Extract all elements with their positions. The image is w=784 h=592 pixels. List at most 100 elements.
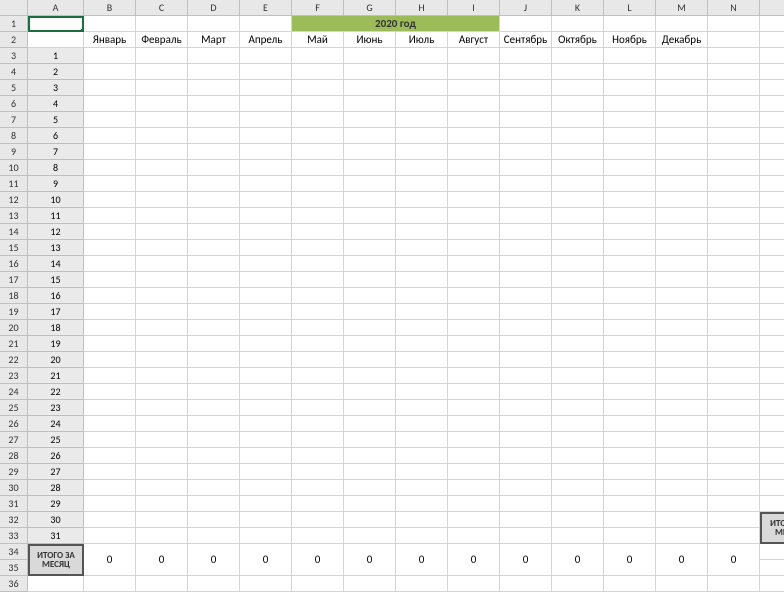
cell-B36[interactable] [84,576,136,592]
cell-I18[interactable] [448,288,500,304]
cell-E28[interactable] [240,448,292,464]
month-header-2[interactable]: Февраль [136,32,188,48]
cell-L12[interactable] [604,192,656,208]
cell-K11[interactable] [552,176,604,192]
cell-overflow-26[interactable] [760,416,784,432]
row-head-33[interactable]: 33 [0,528,28,544]
col-head-B[interactable]: B [84,0,136,16]
cell-C12[interactable] [136,192,188,208]
cell-F29[interactable] [292,464,344,480]
cell-G22[interactable] [344,352,396,368]
cell-N9[interactable] [708,144,760,160]
cell-H23[interactable] [396,368,448,384]
cell-J11[interactable] [500,176,552,192]
cell-overflow-17[interactable] [760,272,784,288]
day-number-4[interactable]: 4 [28,96,84,112]
cell-K32[interactable] [552,512,604,528]
row-head-11[interactable]: 11 [0,176,28,192]
cell-D13[interactable] [188,208,240,224]
cell-overflow-25[interactable] [760,400,784,416]
cell-B9[interactable] [84,144,136,160]
cell-H6[interactable] [396,96,448,112]
cell-overflow-22[interactable] [760,352,784,368]
cell-D29[interactable] [188,464,240,480]
cell-C28[interactable] [136,448,188,464]
cell-G15[interactable] [344,240,396,256]
cell-M6[interactable] [656,96,708,112]
cell-B20[interactable] [84,320,136,336]
cell-D4[interactable] [188,64,240,80]
cell-H26[interactable] [396,416,448,432]
cell-F7[interactable] [292,112,344,128]
row-head-15[interactable]: 15 [0,240,28,256]
cell-N6[interactable] [708,96,760,112]
cell-overflow-31[interactable] [760,496,784,512]
cell-N3[interactable] [708,48,760,64]
cell-L25[interactable] [604,400,656,416]
cell-H9[interactable] [396,144,448,160]
cell-I20[interactable] [448,320,500,336]
cell-L14[interactable] [604,224,656,240]
day-number-13[interactable]: 13 [28,240,84,256]
cell-K23[interactable] [552,368,604,384]
cell-M4[interactable] [656,64,708,80]
row-head-19[interactable]: 19 [0,304,28,320]
cell-E19[interactable] [240,304,292,320]
day-number-6[interactable]: 6 [28,128,84,144]
cell-overflow-34[interactable] [760,544,784,560]
row-head-12[interactable]: 12 [0,192,28,208]
cell-J32[interactable] [500,512,552,528]
cell-J4[interactable] [500,64,552,80]
cell-B16[interactable] [84,256,136,272]
col-head-overflow[interactable] [760,0,784,16]
cell-M36[interactable] [656,576,708,592]
cell-overflow-2[interactable] [760,32,784,48]
col-head-K[interactable]: K [552,0,604,16]
cell-G24[interactable] [344,384,396,400]
cell-overflow-12[interactable] [760,192,784,208]
cell-D23[interactable] [188,368,240,384]
cell-I28[interactable] [448,448,500,464]
cell-L30[interactable] [604,480,656,496]
cell-H14[interactable] [396,224,448,240]
cell-K6[interactable] [552,96,604,112]
cell-D25[interactable] [188,400,240,416]
cell-A2[interactable] [28,32,84,48]
cell-K19[interactable] [552,304,604,320]
month-total-13[interactable]: 0 [708,544,760,576]
col-head-L[interactable]: L [604,0,656,16]
cell-H24[interactable] [396,384,448,400]
cell-E14[interactable] [240,224,292,240]
cell-B1[interactable] [84,16,136,32]
cell-J12[interactable] [500,192,552,208]
row-head-18[interactable]: 18 [0,288,28,304]
cell-B4[interactable] [84,64,136,80]
row-head-35[interactable]: 35 [0,560,28,576]
cell-L22[interactable] [604,352,656,368]
cell-H12[interactable] [396,192,448,208]
cell-C16[interactable] [136,256,188,272]
cell-K28[interactable] [552,448,604,464]
cell-D1[interactable] [188,16,240,32]
cell-B21[interactable] [84,336,136,352]
cell-M21[interactable] [656,336,708,352]
cell-K16[interactable] [552,256,604,272]
cell-K18[interactable] [552,288,604,304]
cell-L3[interactable] [604,48,656,64]
cell-K33[interactable] [552,528,604,544]
cell-N10[interactable] [708,160,760,176]
cell-H19[interactable] [396,304,448,320]
cell-D3[interactable] [188,48,240,64]
cell-J36[interactable] [500,576,552,592]
cell-J28[interactable] [500,448,552,464]
cell-B12[interactable] [84,192,136,208]
cell-L11[interactable] [604,176,656,192]
cell-M20[interactable] [656,320,708,336]
cell-N7[interactable] [708,112,760,128]
cell-F27[interactable] [292,432,344,448]
cell-K17[interactable] [552,272,604,288]
cell-N22[interactable] [708,352,760,368]
cell-G5[interactable] [344,80,396,96]
cell-C36[interactable] [136,576,188,592]
cell-B17[interactable] [84,272,136,288]
